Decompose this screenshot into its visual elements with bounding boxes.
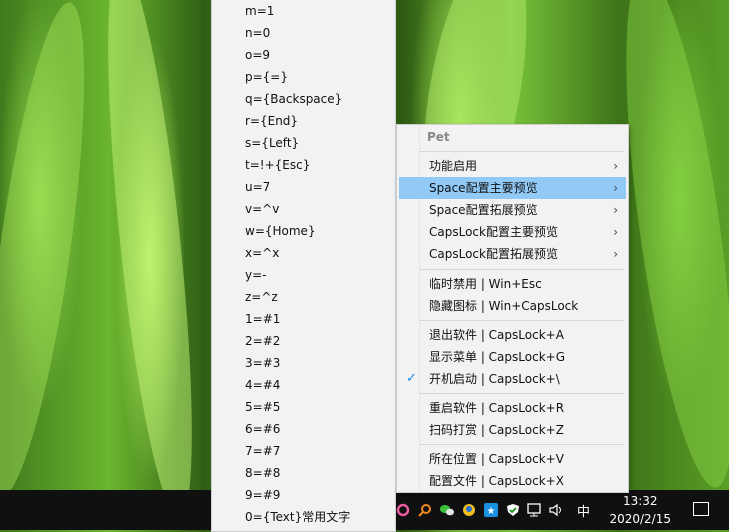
menu-separator (419, 269, 624, 270)
chat-icon[interactable] (461, 502, 477, 518)
menu-separator (419, 151, 624, 152)
chevron-right-icon: › (613, 181, 618, 195)
menu-item[interactable]: t=!+{Esc} (245, 154, 310, 176)
menu-item-label: 临时禁用 | Win+Esc (429, 277, 542, 291)
menu-item[interactable]: 0={Text}常用文字 (245, 506, 350, 528)
menu-item[interactable]: 7=#7 (245, 440, 280, 462)
menu-item[interactable]: w={Home} (245, 220, 316, 242)
menu-item-label: Space配置主要预览 (429, 181, 538, 195)
menu-separator (419, 393, 624, 394)
menu-title: Pet (427, 130, 450, 144)
notification-icon[interactable] (693, 502, 709, 516)
menu-item-feature-enable[interactable]: 功能启用 › (399, 155, 626, 177)
checkmark-icon: ✓ (406, 371, 417, 386)
menu-item[interactable]: o=9 (245, 44, 270, 66)
menu-item-hide-icon[interactable]: 隐藏图标 | Win+CapsLock (399, 295, 626, 317)
chevron-right-icon: › (613, 225, 618, 239)
menu-item-temp-disable[interactable]: 临时禁用 | Win+Esc (399, 273, 626, 295)
menu-item-show-menu[interactable]: 显示菜单 | CapsLock+G (399, 346, 626, 368)
menu-item[interactable]: p={=} (245, 66, 288, 88)
menu-item-location[interactable]: 所在位置 | CapsLock+V (399, 448, 626, 470)
menu-item-capslock-ext-preview[interactable]: CapsLock配置拓展预览 › (399, 243, 626, 265)
menu-item[interactable]: 1=#1 (245, 308, 280, 330)
clock-time: 13:32 (622, 494, 658, 508)
menu-separator (419, 444, 624, 445)
menu-item-label: 扫码打赏 | CapsLock+Z (429, 423, 564, 437)
menu-item-capslock-main-preview[interactable]: CapsLock配置主要预览 › (399, 221, 626, 243)
menu-item-label: 显示菜单 | CapsLock+G (429, 350, 565, 364)
menu-item-autostart[interactable]: ✓ 开机启动 | CapsLock+\ (399, 368, 626, 390)
menu-item-label: CapsLock配置拓展预览 (429, 247, 558, 261)
menu-item-space-ext-preview[interactable]: Space配置拓展预览 › (399, 199, 626, 221)
menu-item-label: 所在位置 | CapsLock+V (429, 452, 564, 466)
search-icon[interactable] (417, 502, 433, 518)
menu-item-label: 隐藏图标 | Win+CapsLock (429, 299, 579, 313)
menu-item[interactable]: 2=#2 (245, 330, 280, 352)
chevron-right-icon: › (613, 247, 618, 261)
menu-separator (419, 320, 624, 321)
menu-item[interactable]: 4=#4 (245, 374, 280, 396)
menu-item-label: 退出软件 | CapsLock+A (429, 328, 564, 342)
menu-item-label: 功能启用 (429, 159, 478, 173)
volume-icon[interactable] (549, 502, 565, 518)
menu-item[interactable]: x=^x (245, 242, 279, 264)
menu-item[interactable]: 9=#9 (245, 484, 280, 506)
key-preview-menu: m=1 n=0 o=9 p={=} q={Backspace} r={End} … (211, 0, 396, 532)
chevron-right-icon: › (613, 159, 618, 173)
menu-item-label: 开机启动 | CapsLock+\ (429, 372, 560, 386)
star-icon[interactable]: ★ (483, 502, 499, 518)
menu-item[interactable]: q={Backspace} (245, 88, 342, 110)
menu-item[interactable]: y=- (245, 264, 267, 286)
menu-item[interactable]: 6=#6 (245, 418, 280, 440)
menu-item[interactable]: u=7 (245, 176, 270, 198)
clock-date: 2020/2/15 (609, 512, 671, 526)
menu-item-donate[interactable]: 扫码打赏 | CapsLock+Z (399, 419, 626, 441)
menu-item[interactable]: 3=#3 (245, 352, 280, 374)
menu-item[interactable]: 5=#5 (245, 396, 280, 418)
chevron-right-icon: › (613, 203, 618, 217)
menu-item-restart[interactable]: 重启软件 | CapsLock+R (399, 397, 626, 419)
shield-icon[interactable] (505, 502, 521, 518)
menu-item[interactable]: 8=#8 (245, 462, 280, 484)
menu-item-exit[interactable]: 退出软件 | CapsLock+A (399, 324, 626, 346)
menu-item[interactable]: n=0 (245, 22, 270, 44)
menu-item[interactable]: v=^v (245, 198, 279, 220)
svg-text:★: ★ (487, 506, 496, 517)
ring-icon[interactable] (395, 502, 411, 518)
menu-item[interactable]: s={Left} (245, 132, 299, 154)
menu-item-label: Space配置拓展预览 (429, 203, 538, 217)
clock[interactable]: 13:32 2020/2/15 (609, 492, 671, 528)
menu-item[interactable]: z=^z (245, 286, 278, 308)
ime-indicator[interactable]: 中 (577, 501, 590, 520)
wechat-icon[interactable] (439, 502, 455, 518)
menu-item-label: CapsLock配置主要预览 (429, 225, 558, 239)
menu-item-space-main-preview[interactable]: Space配置主要预览 › (399, 177, 626, 199)
menu-item[interactable]: r={End} (245, 110, 298, 132)
menu-item-label: 重启软件 | CapsLock+R (429, 401, 565, 415)
network-icon[interactable] (527, 502, 543, 518)
tray-context-menu: Pet 功能启用 › Space配置主要预览 › Space配置拓展预览 › C… (396, 124, 629, 493)
menu-item-config-file[interactable]: 配置文件 | CapsLock+X (399, 470, 626, 492)
menu-item[interactable]: m=1 (245, 0, 274, 22)
system-tray: ★ 中 (395, 490, 590, 530)
menu-item-label: 配置文件 | CapsLock+X (429, 474, 564, 488)
